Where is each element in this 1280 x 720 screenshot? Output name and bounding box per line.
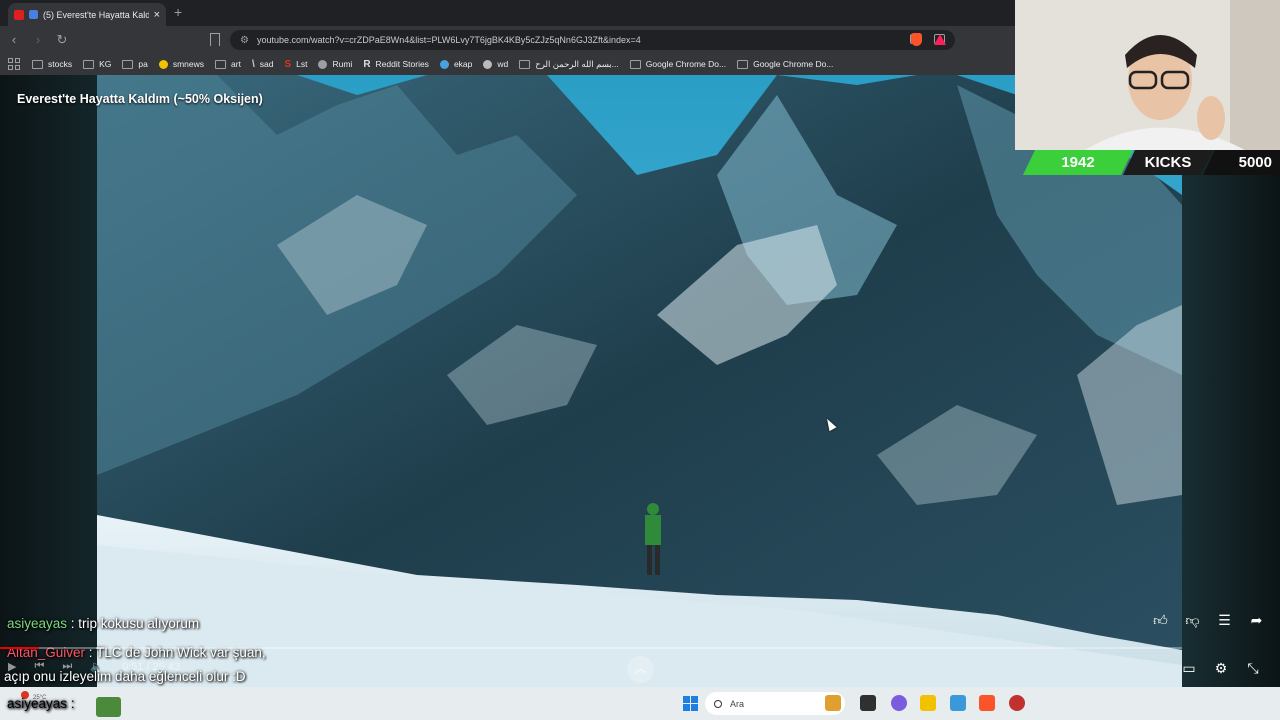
streamer-webcam — [1015, 0, 1280, 150]
snipping-tool-icon[interactable] — [950, 695, 966, 711]
subtitles-icon[interactable]: ▭ — [1180, 660, 1198, 677]
webcam-image — [1015, 0, 1280, 150]
widgets-icon[interactable] — [825, 695, 841, 711]
volume-icon[interactable]: 🔈 — [90, 660, 104, 673]
forward-button[interactable]: › — [28, 32, 48, 47]
ekap-icon — [439, 59, 449, 69]
brave-shields-icon[interactable] — [911, 33, 922, 46]
address-bar[interactable]: ⚙ youtube.com/watch?v=crZDPaE8Wn4&list=P… — [230, 30, 955, 50]
sad-icon: \ — [251, 58, 255, 70]
video-title: Everest'te Hayatta Kaldım (~50% Oksijen) — [17, 92, 263, 106]
folder-icon — [737, 59, 749, 69]
url-text: youtube.com/watch?v=crZDPaE8Wn4&list=PLW… — [256, 35, 641, 45]
bookmark-rumi[interactable]: Rumi — [318, 59, 352, 69]
bookmark-kg[interactable]: KG — [83, 59, 111, 69]
rumi-icon — [318, 59, 328, 69]
video-progress-fill — [0, 647, 39, 649]
app-taskbar-icon[interactable] — [1009, 695, 1025, 711]
reddit-stories-icon: R — [363, 58, 371, 70]
chat-text: : — [67, 696, 75, 711]
previous-icon[interactable]: ⏮ — [34, 660, 44, 673]
close-icon[interactable]: × — [154, 9, 160, 21]
audio-icon — [29, 10, 38, 19]
file-explorer-icon[interactable] — [920, 695, 936, 711]
play-icon[interactable]: ▶ — [8, 660, 16, 673]
kicks-label: KICKS — [1123, 150, 1213, 175]
video-letterbox-left — [0, 75, 97, 687]
exit-fullscreen-icon[interactable]: ⤡ — [1244, 660, 1262, 677]
bookmark-wd[interactable]: wd — [483, 59, 508, 69]
bookmark-chrome-do-2[interactable]: Google Chrome Do... — [737, 59, 833, 69]
windows-start-icon[interactable] — [683, 696, 698, 711]
apps-icon[interactable] — [8, 58, 20, 70]
new-tab-button[interactable]: + — [174, 4, 182, 20]
dislike-icon[interactable]: 👎︎ — [1184, 612, 1201, 629]
expand-chevron-button[interactable]: ︿ — [627, 656, 654, 683]
tab-strip: (5) Everest'te Hayatta Kaldım × + — [0, 0, 1015, 26]
bookmark-smnews[interactable]: smnews — [158, 59, 204, 69]
windows-taskbar: 25°C asiyeayas : Ara — [0, 687, 1280, 720]
back-button[interactable]: ‹ — [4, 32, 24, 47]
brave-rewards-icon[interactable] — [934, 34, 946, 45]
kicks-count: 1942 — [1023, 150, 1133, 175]
next-icon[interactable]: ⏭ — [62, 660, 72, 673]
tab-title: (5) Everest'te Hayatta Kaldım — [43, 9, 149, 20]
folder-icon — [629, 59, 641, 69]
player-settings: ▭ ⚙ ⤡ — [1180, 660, 1262, 677]
chat-emote-icon — [96, 697, 121, 717]
like-icon[interactable]: 👍︎ — [1152, 612, 1169, 629]
document-icon — [519, 59, 531, 69]
settings-icon[interactable]: ⚙ — [1212, 660, 1230, 677]
wd-icon — [483, 59, 493, 69]
search-placeholder: Ara — [730, 698, 745, 709]
video-progress-bar[interactable] — [0, 647, 1182, 649]
youtube-icon — [14, 9, 24, 20]
site-info-icon[interactable]: ⚙ — [240, 35, 249, 46]
folder-icon — [122, 59, 134, 69]
folder-icon — [83, 59, 95, 69]
bookmark-ekap[interactable]: ekap — [439, 59, 472, 69]
smnews-icon — [158, 59, 168, 69]
bookmark-sad[interactable]: \ sad — [252, 59, 274, 70]
kicks-goal-bar: 1942 KICKS 5000 — [1023, 150, 1280, 177]
video-frame-mountain — [97, 75, 1182, 687]
tab-youtube[interactable]: (5) Everest'te Hayatta Kaldım × — [8, 3, 166, 26]
screen: (5) Everest'te Hayatta Kaldım × + ‹ › ↻ … — [0, 0, 1280, 720]
chat-username: asiyeayas — [7, 616, 68, 631]
bookmark-basmala[interactable]: بسم الله الرحمن الرح... — [519, 59, 619, 70]
bookmark-lst[interactable]: S Lst — [284, 59, 307, 70]
comments-icon[interactable]: ☰ — [1216, 612, 1233, 629]
video-actions: 👍︎ 👎︎ ☰ ➦ — [1152, 612, 1265, 629]
share-icon[interactable]: ➦ — [1248, 612, 1265, 629]
video-time: 0:51 / 25:43 — [121, 660, 181, 673]
copilot-icon[interactable] — [891, 695, 907, 711]
folder-icon — [215, 59, 227, 69]
chat-message: asiyeayas : trip kokusu alıyorum — [7, 616, 199, 631]
bookmark-art[interactable]: art — [215, 59, 241, 69]
bookmark-reddit-stories[interactable]: R Reddit Stories — [363, 59, 429, 70]
kicks-goal: 5000 — [1203, 150, 1280, 175]
bookmarks-bar: stocks KG pa smnews art \ sad S Lst Rumi R… — [0, 53, 1015, 75]
reload-button[interactable]: ↻ — [52, 32, 72, 48]
search-icon — [714, 699, 722, 708]
chat-message: asiyeayas : — [7, 696, 75, 711]
bookmark-chrome-do-1[interactable]: Google Chrome Do... — [629, 59, 726, 69]
lst-icon: S — [284, 58, 292, 70]
taskbar-search[interactable]: Ara — [705, 692, 845, 715]
bookmark-pa[interactable]: pa — [122, 59, 148, 69]
chat-text: : trip kokusu alıyorum — [67, 616, 200, 631]
folder-icon — [32, 59, 43, 69]
task-view-icon[interactable] — [860, 695, 876, 711]
brave-taskbar-icon[interactable] — [979, 695, 995, 711]
chat-username: asiyeayas — [7, 696, 68, 711]
bookmark-icon[interactable] — [210, 33, 220, 46]
bookmark-stocks[interactable]: stocks — [32, 59, 72, 69]
player-controls: ▶ ⏮ ⏭ 🔈 0:51 / 25:43 — [8, 660, 180, 673]
